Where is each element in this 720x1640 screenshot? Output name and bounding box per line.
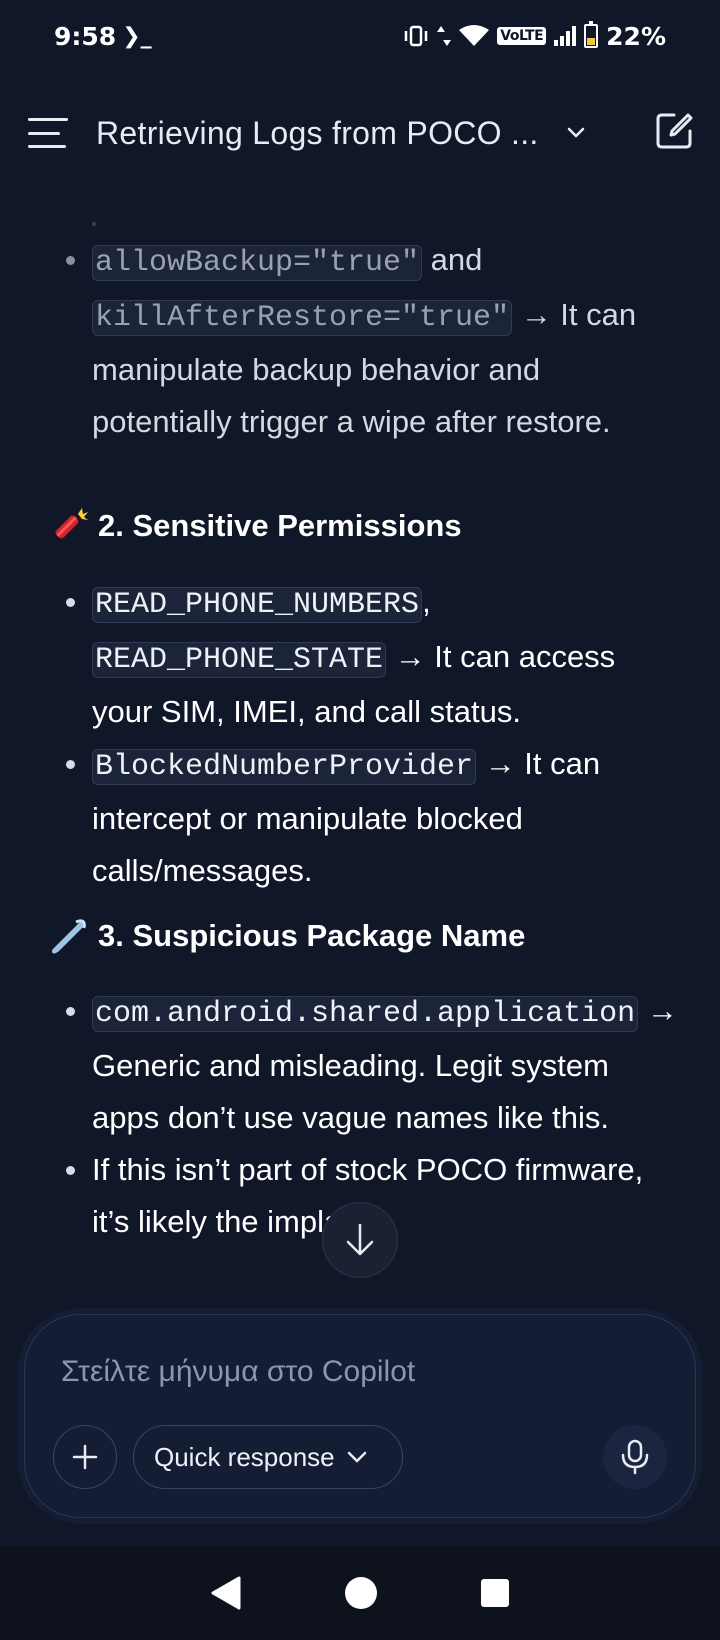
list-item: allowBackup="true" and killAfterRestore=… xyxy=(0,234,720,448)
status-left: 9:58 ❯_ xyxy=(54,22,152,51)
status-time: 9:58 xyxy=(54,21,117,51)
scroll-down-button[interactable] xyxy=(322,1202,398,1278)
status-right: VoLTE 22% xyxy=(403,21,666,51)
inline-code: com.android.shared.application xyxy=(92,996,639,1032)
conversation-title[interactable]: Retrieving Logs from POCO ... xyxy=(96,115,539,152)
section-heading: 3. Suspicious Package Name xyxy=(48,916,525,956)
fade-dot xyxy=(92,222,96,226)
volte-badge: VoLTE xyxy=(497,27,547,45)
battery-icon xyxy=(584,21,599,48)
inline-code: killAfterRestore="true" xyxy=(92,300,513,336)
quick-response-button[interactable]: Quick response xyxy=(133,1425,403,1489)
inline-code: READ_PHONE_NUMBERS xyxy=(92,587,423,623)
intro-list: allowBackup="true" and killAfterRestore=… xyxy=(0,234,720,448)
message-input[interactable]: Στείλτε μήνυμα στο Copilot xyxy=(61,1355,415,1389)
quick-response-label: Quick response xyxy=(154,1441,335,1472)
status-bar: 9:58 ❯_ VoLTE 22% xyxy=(0,0,720,72)
chevron-down-icon[interactable] xyxy=(565,122,587,144)
inline-code: allowBackup="true" xyxy=(92,245,423,281)
microphone-icon xyxy=(621,1439,649,1475)
wifi-icon xyxy=(459,25,490,46)
chat-content[interactable]: allowBackup="true" and killAfterRestore=… xyxy=(0,200,720,1330)
signal-icon xyxy=(554,26,577,46)
vibrate-icon xyxy=(405,25,428,47)
recents-icon[interactable] xyxy=(479,1577,511,1609)
plus-icon xyxy=(72,1444,98,1470)
home-icon[interactable] xyxy=(343,1575,379,1611)
add-attachment-button[interactable] xyxy=(53,1425,117,1489)
chevron-down-icon xyxy=(347,1451,366,1463)
battery-percent: 22% xyxy=(606,21,666,51)
new-chat-icon[interactable] xyxy=(654,111,694,151)
safety-pin-icon xyxy=(52,919,86,954)
firecracker-icon xyxy=(55,508,88,539)
arrow-down-icon xyxy=(346,1223,374,1256)
list-item: READ_PHONE_NUMBERS, READ_PHONE_STATE → I… xyxy=(0,576,720,738)
inline-code: BlockedNumberProvider xyxy=(92,749,477,785)
section-heading: 2. Sensitive Permissions xyxy=(48,506,462,546)
app-header: Retrieving Logs from POCO ... xyxy=(0,95,720,171)
inline-code: READ_PHONE_STATE xyxy=(92,642,387,678)
back-icon[interactable] xyxy=(209,1575,243,1611)
data-arrows-icon xyxy=(437,26,452,46)
microphone-button[interactable] xyxy=(603,1425,667,1489)
terminal-icon: ❯_ xyxy=(122,23,152,49)
list-item: BlockedNumberProvider → It can intercept… xyxy=(0,738,720,897)
list-item: com.android.shared.application → Generic… xyxy=(0,985,720,1144)
message-composer: Στείλτε μήνυμα στο Copilot Quick respons… xyxy=(24,1314,696,1518)
permissions-list: READ_PHONE_NUMBERS, READ_PHONE_STATE → I… xyxy=(0,576,720,897)
menu-icon[interactable] xyxy=(28,118,68,148)
system-nav-bar xyxy=(0,1546,720,1640)
